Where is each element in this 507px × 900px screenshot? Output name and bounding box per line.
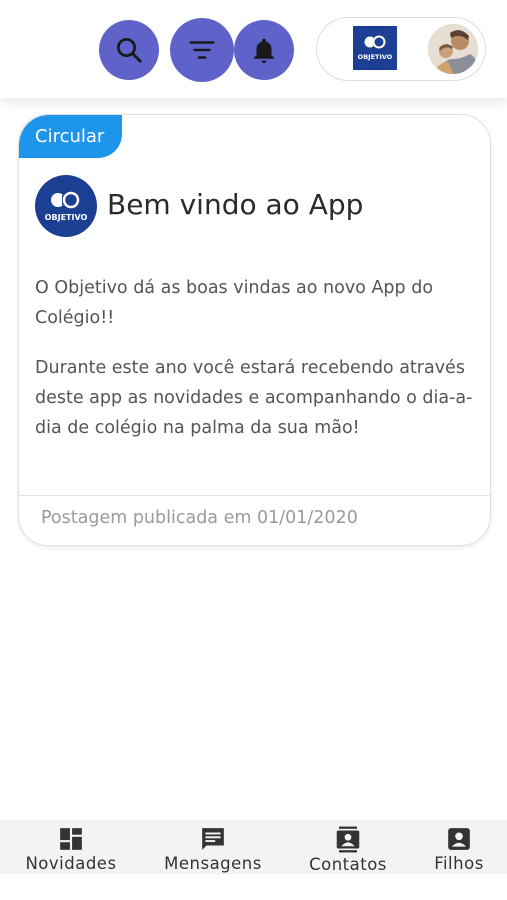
post-date: Postagem publicada em 01/01/2020 <box>41 508 358 528</box>
post-tag: Circular <box>19 115 123 158</box>
post-logo-text: OBJETIVO <box>45 213 88 222</box>
nav-label-filhos: Filhos <box>434 854 484 873</box>
nav-item-filhos[interactable]: Filhos <box>428 820 490 874</box>
contacts-icon <box>336 826 360 853</box>
bottom-nav: Novidades Mensagens Contatos Filhos <box>0 820 507 874</box>
filter-icon <box>189 41 215 59</box>
filter-button[interactable] <box>170 18 234 82</box>
app-header: OBJETIVO <box>0 0 507 98</box>
nav-item-novidades[interactable]: Novidades <box>20 820 122 874</box>
nav-label-contatos: Contatos <box>309 855 387 874</box>
post-card[interactable]: Circular OBJETIVO Bem vindo ao App O Obj… <box>18 114 491 546</box>
divider <box>19 495 490 496</box>
avatar[interactable] <box>428 24 478 74</box>
nav-item-mensagens[interactable]: Mensagens <box>158 820 268 874</box>
post-title: Bem vindo ao App <box>107 188 364 221</box>
post-author-logo: OBJETIVO <box>35 175 97 237</box>
nav-label-novidades: Novidades <box>25 854 117 873</box>
school-logo: OBJETIVO <box>353 26 397 70</box>
school-logo-text: OBJETIVO <box>358 53 393 61</box>
nav-label-mensagens: Mensagens <box>164 854 262 873</box>
post-paragraph-1: O Objetivo dá as boas vindas ao novo App… <box>35 278 434 328</box>
search-icon <box>117 38 142 63</box>
nav-item-contatos[interactable]: Contatos <box>303 820 393 874</box>
person-icon <box>448 828 470 850</box>
message-icon <box>202 828 224 850</box>
post-paragraph-2: Durante este ano você estará recebendo a… <box>35 358 473 438</box>
dashboard-icon <box>60 828 82 850</box>
notifications-button[interactable] <box>234 20 294 80</box>
bell-icon <box>254 38 274 64</box>
search-button[interactable] <box>99 20 159 80</box>
